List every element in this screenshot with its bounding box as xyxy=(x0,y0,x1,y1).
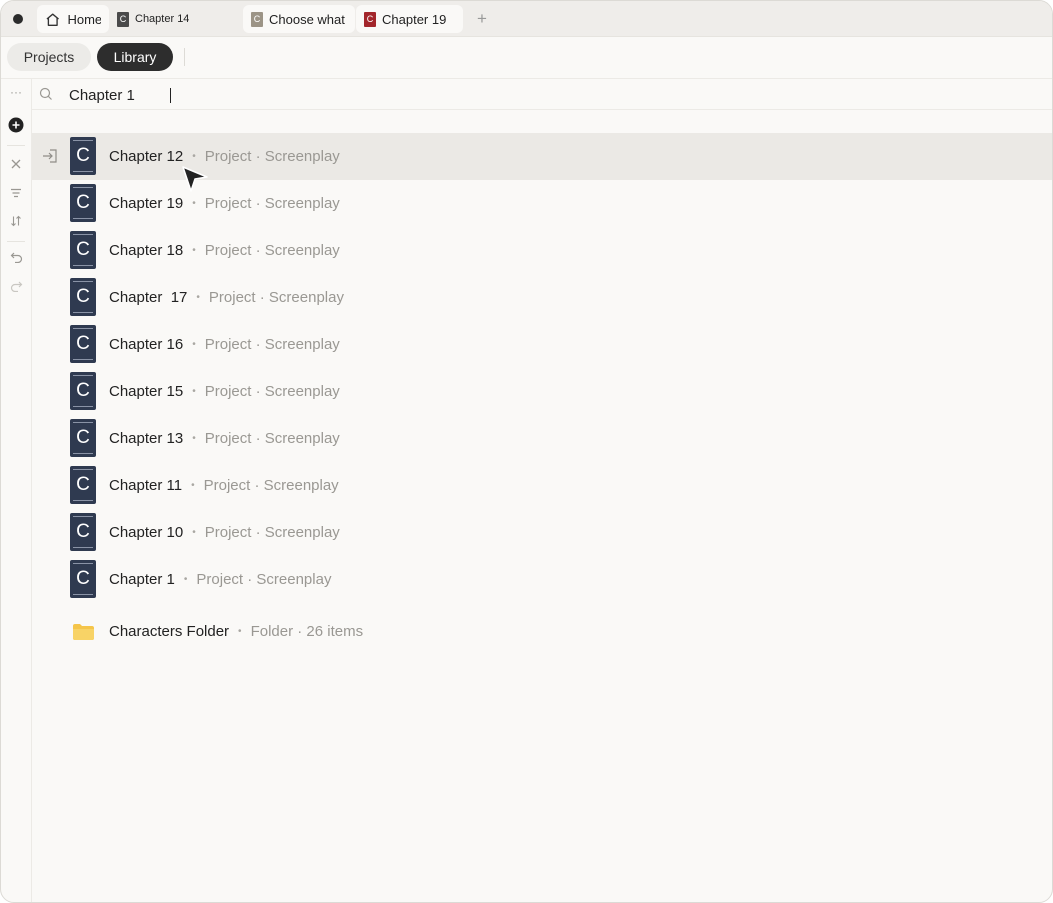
search-input[interactable] xyxy=(69,83,669,107)
search-bar xyxy=(32,79,1052,110)
search-results: C Chapter 12 • Project · Screenplay C Ch… xyxy=(32,133,1052,661)
open-icon[interactable] xyxy=(41,148,59,164)
list-item[interactable]: C Chapter 16 • Project · Screenplay xyxy=(32,321,1052,368)
item-title: Chapter 16 xyxy=(109,336,184,353)
item-meta: Project · Screenplay xyxy=(203,477,339,494)
separator: • xyxy=(192,245,196,256)
screenplay-icon: C xyxy=(70,278,96,316)
tab-bar: Home C Chapter 14 C Choose what C Chapte… xyxy=(1,1,1052,37)
separator: • xyxy=(183,574,188,585)
list-item[interactable]: C Chapter 1 • Project · Screenplay xyxy=(32,556,1052,603)
more-icon[interactable]: ··· xyxy=(1,85,31,99)
screenplay-icon: C xyxy=(70,325,96,363)
item-title: Chapter 15 xyxy=(109,383,184,400)
tab-label: Choose what xyxy=(269,11,345,27)
item-meta: Folder · 26 items xyxy=(250,623,364,640)
item-title: Chapter 13 xyxy=(109,430,184,447)
separator: • xyxy=(192,433,196,444)
tab-chapter-19[interactable]: C Chapter 19 xyxy=(356,5,463,33)
separator: • xyxy=(191,480,195,491)
list-item-folder[interactable]: Characters Folder • Folder · 26 items xyxy=(32,603,1052,661)
tab-chapter-14[interactable]: C Chapter 14 xyxy=(109,5,239,33)
new-tab-button[interactable]: + xyxy=(471,5,493,33)
item-meta: Project · Screenplay xyxy=(204,242,340,259)
item-title: Chapter 12 xyxy=(109,148,184,165)
window-menu-button[interactable] xyxy=(13,14,23,24)
item-meta: Project · Screenplay xyxy=(204,524,340,541)
separator: • xyxy=(192,198,196,209)
document-icon: C xyxy=(251,11,263,27)
screenplay-icon: C xyxy=(70,560,96,598)
list-item[interactable]: C Chapter 15 • Project · Screenplay xyxy=(32,368,1052,415)
list-item[interactable]: C Chapter 11 • Project · Screenplay xyxy=(32,462,1052,509)
document-icon: C xyxy=(117,11,129,27)
screenplay-icon: C xyxy=(70,137,96,175)
screenplay-icon: C xyxy=(70,466,96,504)
item-meta: Project · Screenplay xyxy=(196,571,332,588)
add-icon[interactable] xyxy=(1,117,31,133)
tab-label: Chapter 19 xyxy=(382,11,447,27)
item-meta: Project · Screenplay xyxy=(204,336,340,353)
separator: • xyxy=(192,339,196,350)
item-title: Chapter 17 xyxy=(109,289,188,306)
list-item[interactable]: C Chapter 10 • Project · Screenplay xyxy=(32,509,1052,556)
item-meta: Project · Screenplay xyxy=(208,289,344,306)
text-caret xyxy=(170,88,171,103)
tab-choose-what[interactable]: C Choose what xyxy=(243,5,355,33)
item-meta: Project · Screenplay xyxy=(204,195,340,212)
item-meta: Project · Screenplay xyxy=(204,430,340,447)
projects-button[interactable]: Projects xyxy=(7,43,91,71)
close-icon[interactable] xyxy=(1,158,31,170)
screenplay-icon: C xyxy=(70,372,96,410)
tab-home[interactable]: Home xyxy=(37,5,109,33)
library-button[interactable]: Library xyxy=(97,43,173,71)
list-item[interactable]: C Chapter 17 • Project · Screenplay xyxy=(32,274,1052,321)
divider xyxy=(7,145,25,146)
redo-icon[interactable] xyxy=(1,280,31,292)
separator: • xyxy=(196,292,200,303)
item-meta: Project · Screenplay xyxy=(204,148,340,165)
item-title: Chapter 19 xyxy=(109,195,184,212)
undo-icon[interactable] xyxy=(1,251,31,263)
screenplay-icon: C xyxy=(70,419,96,457)
item-meta: Project · Screenplay xyxy=(204,383,340,400)
separator: • xyxy=(238,626,242,637)
list-item[interactable]: C Chapter 18 • Project · Screenplay xyxy=(32,227,1052,274)
tab-home-label: Home xyxy=(67,11,101,27)
search-icon xyxy=(39,87,52,100)
item-title: Chapter 11 xyxy=(109,477,183,494)
screenplay-icon: C xyxy=(70,231,96,269)
sort-icon[interactable] xyxy=(1,215,31,227)
left-toolbar: ··· xyxy=(1,79,32,902)
home-icon xyxy=(46,13,59,26)
list-item[interactable]: C Chapter 13 • Project · Screenplay xyxy=(32,415,1052,462)
library-nav: Projects Library xyxy=(1,37,1052,79)
item-title: Chapter 18 xyxy=(109,242,184,259)
app-window: Home C Chapter 14 C Choose what C Chapte… xyxy=(0,0,1053,903)
screenplay-icon: C xyxy=(70,513,96,551)
separator: • xyxy=(192,527,196,538)
item-title: Chapter 1 xyxy=(109,571,175,588)
item-title: Characters Folder xyxy=(109,623,230,640)
folder-icon xyxy=(73,624,94,640)
document-icon: C xyxy=(364,11,376,27)
separator: • xyxy=(192,386,196,397)
filter-icon[interactable] xyxy=(1,187,31,199)
item-title: Chapter 10 xyxy=(109,524,184,541)
divider xyxy=(7,241,25,242)
divider xyxy=(184,48,185,66)
mouse-pointer-icon xyxy=(182,166,208,192)
tab-label: Chapter 14 xyxy=(135,13,190,25)
separator: • xyxy=(192,151,196,162)
screenplay-icon: C xyxy=(70,184,96,222)
